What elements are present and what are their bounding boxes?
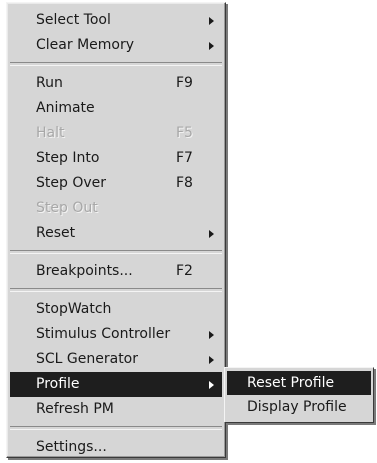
menu-item-label: Halt <box>36 125 65 141</box>
menu-item-label: Breakpoints... <box>36 263 133 279</box>
profile-submenu: Reset Profile Display Profile <box>224 367 374 423</box>
menu-item-run[interactable]: Run F9 <box>10 71 222 96</box>
menu-item-label: Step Out <box>36 200 98 216</box>
submenu-item-label: Display Profile <box>247 399 347 415</box>
menu-item-scl-generator[interactable]: SCL Generator <box>10 347 222 372</box>
menu-item-label: Select Tool <box>36 12 111 28</box>
menu-separator <box>10 288 222 292</box>
menu-item-label: Profile <box>36 376 80 392</box>
menu-item-label: StopWatch <box>36 301 112 317</box>
submenu-arrow-icon <box>209 17 214 25</box>
menu-item-label: Clear Memory <box>36 37 134 53</box>
menu-item-label: Step Into <box>36 150 100 166</box>
menu-item-label: Reset <box>36 225 76 241</box>
menu-item-label: Animate <box>36 100 95 116</box>
menu-item-shortcut: F9 <box>176 75 193 91</box>
menu-item-label: Run <box>36 75 63 91</box>
submenu-item-display-profile[interactable]: Display Profile <box>227 395 371 419</box>
menu-item-label: Stimulus Controller <box>36 326 171 342</box>
submenu-arrow-icon <box>209 230 214 238</box>
menu-item-label: Step Over <box>36 175 106 191</box>
menu-item-clear-memory[interactable]: Clear Memory <box>10 33 222 58</box>
menu-item-stopwatch[interactable]: StopWatch <box>10 297 222 322</box>
submenu-item-label: Reset Profile <box>247 375 335 391</box>
menu-item-shortcut: F8 <box>176 175 193 191</box>
menu-item-label: Refresh PM <box>36 401 114 417</box>
menu-separator <box>10 426 222 430</box>
menu-item-select-tool[interactable]: Select Tool <box>10 8 222 33</box>
submenu-arrow-icon <box>209 356 214 364</box>
menu-item-step-out: Step Out <box>10 196 222 221</box>
context-menu: Select Tool Clear Memory Run F9 Animate … <box>6 2 226 458</box>
submenu-item-reset-profile[interactable]: Reset Profile <box>227 371 371 395</box>
menu-item-reset[interactable]: Reset <box>10 221 222 246</box>
menu-item-shortcut: F2 <box>176 263 193 279</box>
menu-item-settings[interactable]: Settings... <box>10 435 222 460</box>
submenu-arrow-icon <box>209 42 214 50</box>
submenu-arrow-icon <box>209 381 214 389</box>
menu-item-shortcut: F5 <box>176 125 193 141</box>
menu-item-step-into[interactable]: Step Into F7 <box>10 146 222 171</box>
menu-item-label: Settings... <box>36 439 107 455</box>
menu-item-profile[interactable]: Profile <box>10 372 222 397</box>
menu-item-refresh-pm[interactable]: Refresh PM <box>10 397 222 422</box>
menu-item-breakpoints[interactable]: Breakpoints... F2 <box>10 259 222 284</box>
menu-item-label: SCL Generator <box>36 351 139 367</box>
menu-item-stimulus-controller[interactable]: Stimulus Controller <box>10 322 222 347</box>
menu-item-animate[interactable]: Animate <box>10 96 222 121</box>
menu-separator <box>10 250 222 254</box>
menu-item-shortcut: F7 <box>176 150 193 166</box>
menu-item-halt: Halt F5 <box>10 121 222 146</box>
menu-item-step-over[interactable]: Step Over F8 <box>10 171 222 196</box>
submenu-arrow-icon <box>209 331 214 339</box>
menu-separator <box>10 62 222 66</box>
